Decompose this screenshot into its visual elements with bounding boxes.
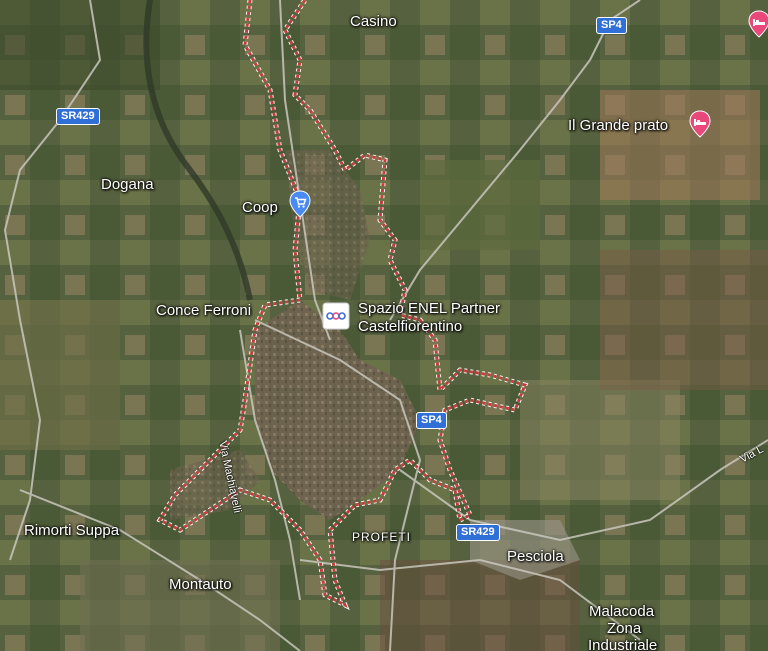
place-label-conce-ferroni[interactable]: Conce Ferroni	[156, 302, 251, 319]
place-label-coop[interactable]: Coop	[242, 199, 278, 216]
place-label-malacoda[interactable]: Malacoda	[589, 603, 654, 620]
place-label-profeti[interactable]: PROFETI	[352, 529, 411, 546]
shopping-cart-icon[interactable]	[289, 190, 311, 223]
place-label-zona[interactable]: Zona	[607, 620, 641, 637]
place-label-rimorti-suppa[interactable]: Rimorti Suppa	[24, 522, 119, 539]
place-label-industriale[interactable]: Industriale	[588, 637, 657, 651]
poi-label-castelfiorentino[interactable]: Castelfiorentino	[358, 318, 462, 335]
place-label-montauto[interactable]: Montauto	[169, 576, 232, 593]
road-shield-sr429: SR429	[56, 108, 100, 125]
road-shield-sr429: SR429	[456, 524, 500, 541]
road-shield-sp4: SP4	[416, 412, 447, 429]
map-canvas[interactable]: Casino Dogana Coop Conce Ferroni Spazio …	[0, 0, 768, 651]
place-label-dogana[interactable]: Dogana	[101, 176, 154, 193]
poi-label-spazio-enel[interactable]: Spazio ENEL Partner	[358, 300, 500, 317]
bed-icon[interactable]	[689, 110, 711, 143]
road-shield-sp4: SP4	[596, 17, 627, 34]
poi-label-il-grande-prato[interactable]: Il Grande prato	[568, 117, 668, 134]
bed-icon[interactable]	[748, 10, 768, 43]
place-label-casino[interactable]: Casino	[350, 13, 397, 30]
enel-logo-icon[interactable]	[322, 302, 350, 335]
place-label-pesciola[interactable]: Pesciola	[507, 548, 564, 565]
